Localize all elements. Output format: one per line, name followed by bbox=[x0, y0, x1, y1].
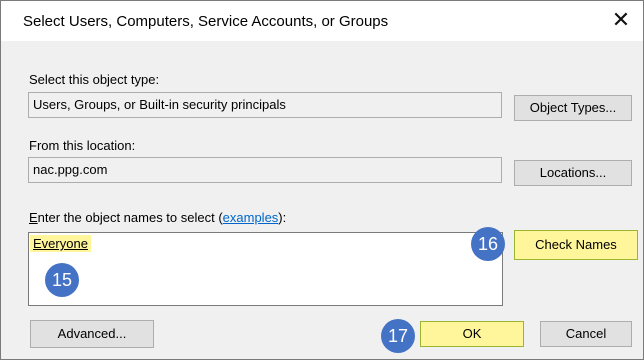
cancel-button[interactable]: Cancel bbox=[540, 321, 632, 347]
object-names-value[interactable]: Everyone bbox=[30, 235, 91, 252]
ok-button[interactable]: OK bbox=[420, 321, 524, 347]
location-field: nac.ppg.com bbox=[28, 157, 502, 183]
examples-link[interactable]: examples bbox=[223, 210, 279, 225]
object-type-field: Users, Groups, or Built-in security prin… bbox=[28, 92, 502, 118]
object-names-label-accelerator: E bbox=[29, 210, 38, 225]
select-users-dialog: Select Users, Computers, Service Account… bbox=[0, 0, 644, 360]
step-16-callout: 16 bbox=[471, 227, 505, 261]
check-names-button[interactable]: Check Names bbox=[514, 230, 638, 260]
step-15-callout: 15 bbox=[45, 263, 79, 297]
object-type-label: Select this object type: bbox=[29, 72, 160, 87]
object-types-button[interactable]: Object Types... bbox=[514, 95, 632, 121]
dialog-title: Select Users, Computers, Service Account… bbox=[23, 13, 389, 30]
object-names-label-end: ): bbox=[278, 210, 287, 225]
advanced-button[interactable]: Advanced... bbox=[30, 320, 154, 348]
locations-button[interactable]: Locations... bbox=[514, 160, 632, 186]
close-icon[interactable]: ✕ bbox=[607, 6, 635, 34]
object-names-label-text: nter the object names to select ( bbox=[37, 210, 223, 225]
object-names-label: Enter the object names to select (exampl… bbox=[29, 210, 286, 225]
object-names-input[interactable]: Everyone bbox=[28, 232, 503, 306]
step-17-callout: 17 bbox=[381, 319, 415, 353]
location-label: From this location: bbox=[29, 138, 136, 153]
title-bar: Select Users, Computers, Service Account… bbox=[1, 1, 643, 41]
